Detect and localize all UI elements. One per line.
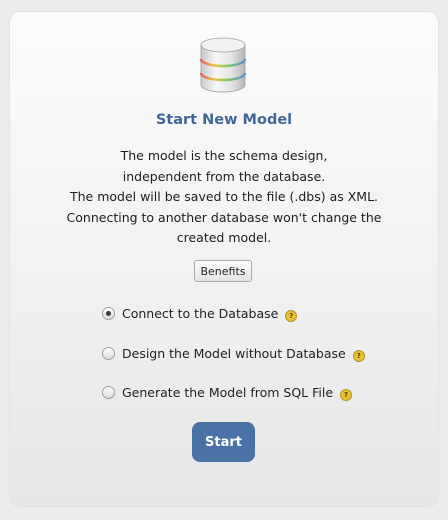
start-button[interactable]: Start xyxy=(192,422,255,462)
radio-design-without-database[interactable] xyxy=(102,346,115,360)
description-line: independent from the database. xyxy=(122,168,326,184)
option-label[interactable]: Design the Model without Database xyxy=(122,346,346,361)
help-icon[interactable]: ? xyxy=(352,350,365,362)
page-title: Start New Model xyxy=(155,112,293,128)
description-line: Connecting to another database won't cha… xyxy=(66,209,382,225)
option-design-without-database[interactable]: Design the Model without Database ? xyxy=(102,344,365,362)
start-model-panel: Start New Model The model is the schema … xyxy=(10,12,438,506)
option-label[interactable]: Generate the Model from SQL File xyxy=(122,385,333,400)
benefits-button[interactable]: Benefits xyxy=(194,260,252,282)
radio-connect-database[interactable] xyxy=(102,306,115,320)
description-line: The model will be saved to the file (.db… xyxy=(69,189,379,204)
option-generate-from-sql[interactable]: Generate the Model from SQL File ? xyxy=(102,383,353,401)
description-line: created model. xyxy=(176,230,272,245)
help-icon[interactable]: ? xyxy=(285,310,298,322)
help-icon[interactable]: ? xyxy=(340,389,353,401)
option-label[interactable]: Connect to the Database xyxy=(122,306,278,321)
database-icon xyxy=(199,37,247,93)
option-connect-database[interactable]: Connect to the Database ? xyxy=(102,304,298,322)
radio-generate-from-sql[interactable] xyxy=(102,385,115,399)
description-line: The model is the schema design, xyxy=(120,148,328,163)
description-text: The model is the schema design, independ… xyxy=(50,146,398,249)
